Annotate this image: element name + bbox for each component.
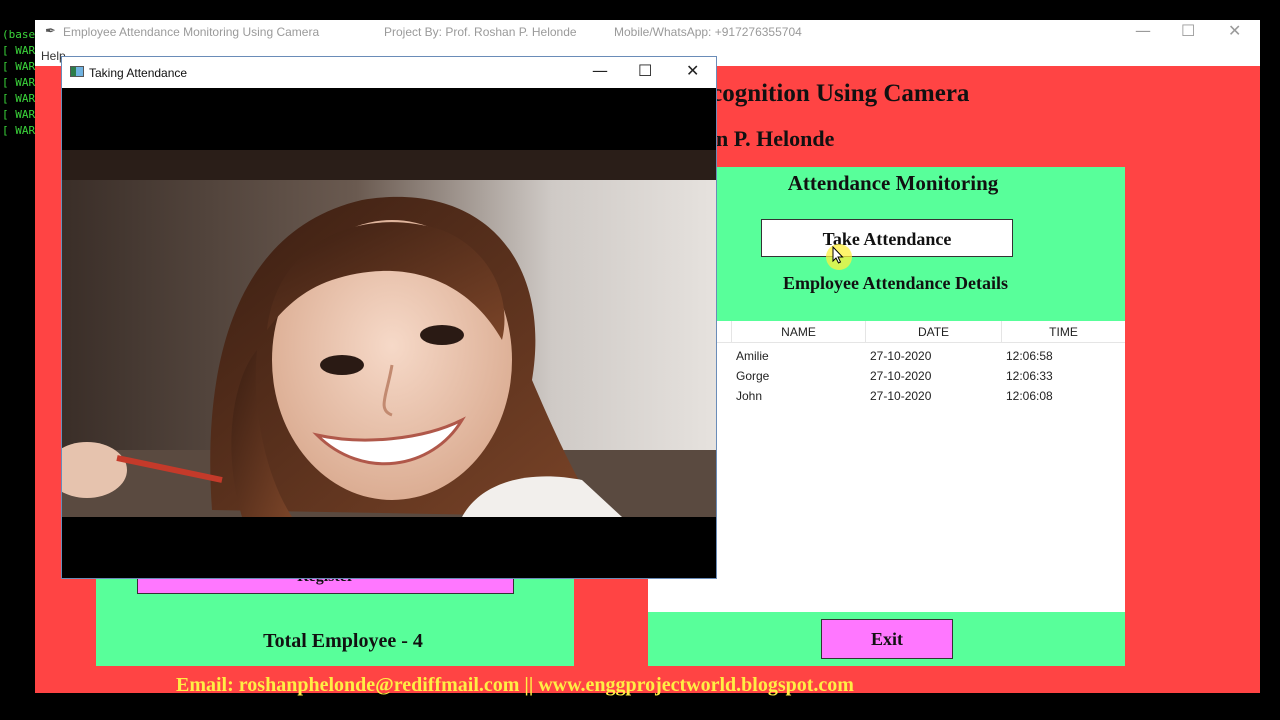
attendance-table[interactable]: NAME DATE TIME Amilie 27-10-2020 12:06:5… [648,321,1125,612]
app-icon [70,66,84,77]
cell-time: 12:06:58 [1006,349,1053,363]
main-window-title: Employee Attendance Monitoring Using Cam… [63,25,320,39]
terminal-line: [ WAR [2,44,36,57]
maximize-icon[interactable]: ☐ [1181,21,1195,40]
cell-name: Gorge [736,369,770,383]
terminal-line: [ WAR [2,60,36,73]
table-row[interactable]: Amilie 27-10-2020 12:06:58 [648,347,1125,367]
camera-window[interactable]: Taking Attendance — ☐ ✕ [61,56,717,579]
terminal-line: [ WAR [2,76,36,89]
terminal-line: (base [2,28,36,41]
cell-date: 27-10-2020 [870,369,932,383]
table-row[interactable]: John 27-10-2020 12:06:08 [648,387,1125,407]
cell-name: John [736,389,763,403]
camera-window-title: Taking Attendance [89,66,188,80]
table-header-date[interactable]: DATE [866,321,1002,343]
mouse-cursor-icon [832,246,844,264]
terminal-window: (base [ WAR [ WAR [ WAR [ WAR [ WAR [ WA… [0,27,40,720]
close-icon[interactable]: ✕ [686,61,699,80]
cell-name: Amilie [736,349,769,363]
camera-feed [62,88,716,578]
terminal-line: [ WAR [2,108,36,121]
minimize-icon[interactable]: — [592,61,608,80]
cell-time: 12:06:33 [1006,369,1053,383]
author-heading: n P. Helonde [716,126,835,151]
attendance-details-label: Employee Attendance Details [783,273,1008,293]
close-icon[interactable]: ✕ [1228,21,1241,40]
main-window-titlebar: ✒ Employee Attendance Monitoring Using C… [35,20,1260,44]
maximize-icon[interactable]: ☐ [638,61,652,80]
cell-date: 27-10-2020 [870,349,932,363]
terminal-line: [ WAR [2,92,36,105]
table-header-name[interactable]: NAME [732,321,866,343]
table-row[interactable]: Gorge 27-10-2020 12:06:33 [648,367,1125,387]
terminal-line: [ WAR [2,124,36,137]
app-heading: ecognition Using Camera [700,80,970,107]
footer-contact: Email: roshanphelonde@rediffmail.com || … [176,674,854,696]
camera-frame-image [62,150,716,517]
mobile-label: Mobile/WhatsApp: +917276355704 [614,25,802,39]
feather-icon: ✒ [45,23,56,38]
attendance-title: Attendance Monitoring [787,171,999,195]
total-employee-label: Total Employee - 4 [263,630,423,652]
cell-time: 12:06:08 [1006,389,1053,403]
camera-window-titlebar[interactable]: Taking Attendance — ☐ ✕ [62,57,716,88]
table-header-time[interactable]: TIME [1002,321,1125,343]
project-by-label: Project By: Prof. Roshan P. Helonde [384,25,577,39]
minimize-icon[interactable]: — [1135,21,1151,40]
take-attendance-button[interactable]: Take Attendance [761,219,1013,257]
exit-button[interactable]: Exit [821,619,953,659]
cell-date: 27-10-2020 [870,389,932,403]
